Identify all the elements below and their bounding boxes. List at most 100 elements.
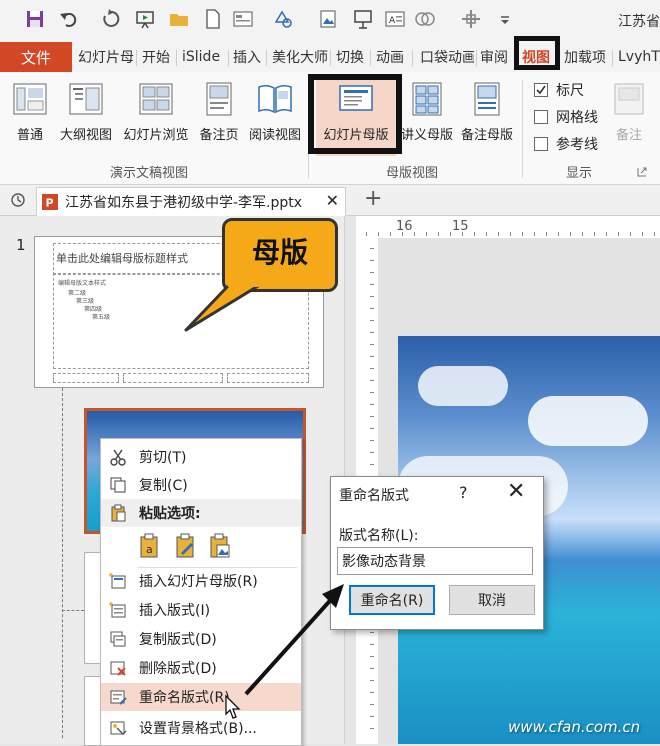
tab-separator <box>370 50 371 66</box>
redo-icon[interactable] <box>100 8 122 30</box>
normal-view-button[interactable]: 普通 <box>8 78 52 156</box>
reading-view-icon <box>258 84 292 114</box>
layout-name-label: 版式名称(L): <box>339 528 419 544</box>
cloud-shape <box>528 396 648 446</box>
outline-view-icon <box>69 83 103 115</box>
checkbox-icon <box>534 110 548 124</box>
document-tab[interactable]: P 江苏省如东县于港初级中学-李军.pptx ✕ <box>36 187 346 216</box>
close-icon[interactable]: ✕ <box>507 479 525 504</box>
menu-item-format-background-label: 设置背景格式(B)... <box>139 721 257 737</box>
tab-addins[interactable]: 加载项 <box>564 42 610 72</box>
menu-paste-options-header: 粘贴选项: <box>101 499 301 527</box>
menu-item-copy[interactable]: 复制(C) <box>101 471 301 499</box>
tab-separator <box>476 50 477 66</box>
reading-view-label: 阅读视图 <box>248 128 301 143</box>
cloud-shape <box>418 366 508 406</box>
ruler-checkbox[interactable]: 标尺 <box>534 80 584 100</box>
textbox-icon[interactable]: A <box>384 8 406 30</box>
folder-icon[interactable] <box>168 8 190 30</box>
tab-animations[interactable]: 动画 <box>376 42 406 72</box>
rename-button[interactable]: 重命名(R) <box>349 585 435 615</box>
callout-pointer <box>184 284 259 332</box>
footer-number-placeholder <box>227 373 309 383</box>
normal-view-label: 普通 <box>16 128 43 143</box>
tab-file[interactable]: 文件 <box>0 42 72 72</box>
notes-master-icon <box>474 82 500 116</box>
merge-shapes-icon[interactable] <box>414 8 436 30</box>
presentation-icon[interactable] <box>134 8 156 30</box>
notes-master-button[interactable]: 备注母版 <box>458 78 516 156</box>
tab-separator <box>266 50 267 66</box>
layout-icon[interactable] <box>232 8 254 30</box>
tab-transitions[interactable]: 切换 <box>336 42 366 72</box>
duplicate-layout-icon <box>110 631 126 647</box>
layout-name-input[interactable] <box>337 547 533 575</box>
picture-icon[interactable] <box>318 8 340 30</box>
notes-page-button[interactable]: 备注页 <box>196 78 242 156</box>
tab-separator <box>330 50 331 66</box>
customize-qat-icon[interactable] <box>494 8 516 30</box>
tab-slide-master[interactable]: 幻灯片母 <box>78 42 134 72</box>
document-tab-title: 江苏省如东县于港初级中学-李军.pptx <box>65 195 303 211</box>
tab-insert[interactable]: 插入 <box>233 42 263 72</box>
checkbox-icon <box>534 137 548 151</box>
tab-list-icon[interactable] <box>8 191 28 209</box>
notes-page-label: 备注页 <box>199 128 239 143</box>
dialog-title: 重命名版式 <box>339 488 409 504</box>
copy-icon <box>110 477 126 493</box>
tab-separator <box>412 50 413 66</box>
help-icon[interactable]: ? <box>459 483 468 502</box>
shapes-icon[interactable] <box>272 8 294 30</box>
handout-master-button[interactable]: 讲义母版 <box>400 78 454 156</box>
dialog-launcher-icon[interactable] <box>636 166 648 178</box>
tab-meihua[interactable]: 美化大师 <box>272 42 328 72</box>
paste-use-destination-theme-icon[interactable]: a <box>139 533 161 559</box>
tab-separator <box>612 50 613 66</box>
paste-picture-icon[interactable] <box>209 533 231 559</box>
format-background-icon <box>110 721 127 735</box>
footer-placeholder <box>123 373 223 383</box>
paste-keep-source-formatting-icon[interactable] <box>175 533 197 559</box>
notes-button[interactable]: 备注 <box>606 78 652 156</box>
delete-layout-icon <box>110 661 126 676</box>
view-tab-highlight <box>514 36 560 70</box>
layout-connector-branch <box>62 610 84 611</box>
slide-number: 1 <box>16 236 26 254</box>
cancel-button[interactable]: 取消 <box>449 585 535 615</box>
tab-islide[interactable]: iSlide <box>182 42 224 72</box>
tab-home[interactable]: 开始 <box>142 42 172 72</box>
slide-master-highlight <box>308 74 402 154</box>
menu-item-format-background[interactable]: 设置背景格式(B)... <box>101 714 301 742</box>
tab-separator <box>228 50 229 66</box>
menu-item-cut[interactable]: 剪切(T) <box>101 443 301 471</box>
close-tab-icon[interactable]: ✕ <box>326 191 339 210</box>
new-tab-icon[interactable]: + <box>364 186 382 211</box>
powerpoint-file-icon: P <box>42 194 58 210</box>
notes-master-label: 备注母版 <box>460 128 513 143</box>
gridlines-checkbox[interactable]: 网格线 <box>534 107 598 127</box>
menu-item-duplicate-layout-label: 复制版式(D) <box>139 632 217 648</box>
notes-page-icon <box>206 82 232 116</box>
callout-text: 母版 <box>251 236 308 269</box>
tab-lvyh[interactable]: LvyhT <box>618 42 660 72</box>
normal-view-icon <box>13 83 47 115</box>
undo-icon[interactable] <box>58 8 80 30</box>
save-icon[interactable] <box>24 8 46 30</box>
menu-item-cut-label: 剪切(T) <box>139 450 187 466</box>
notes-icon <box>614 83 644 115</box>
outline-view-button[interactable]: 大纲视图 <box>56 78 116 156</box>
align-icon[interactable] <box>460 8 482 30</box>
projector-icon[interactable] <box>352 8 374 30</box>
tab-review[interactable]: 审阅 <box>480 42 510 72</box>
menu-item-insert-layout-label: 插入版式(I) <box>139 603 211 619</box>
tab-pocket-animation[interactable]: 口袋动画 <box>420 42 474 72</box>
menu-item-delete-layout-label: 删除版式(D) <box>139 661 217 677</box>
svg-text:A: A <box>389 16 396 26</box>
annotation-arrow <box>244 584 344 696</box>
menu-item-copy-label: 复制(C) <box>139 478 188 494</box>
guides-checkbox[interactable]: 参考线 <box>534 134 598 154</box>
reading-view-button[interactable]: 阅读视图 <box>246 78 304 156</box>
group-label-show: 显示 <box>566 166 593 181</box>
slide-sorter-button[interactable]: 幻灯片浏览 <box>120 78 192 156</box>
new-file-icon[interactable] <box>202 8 224 30</box>
